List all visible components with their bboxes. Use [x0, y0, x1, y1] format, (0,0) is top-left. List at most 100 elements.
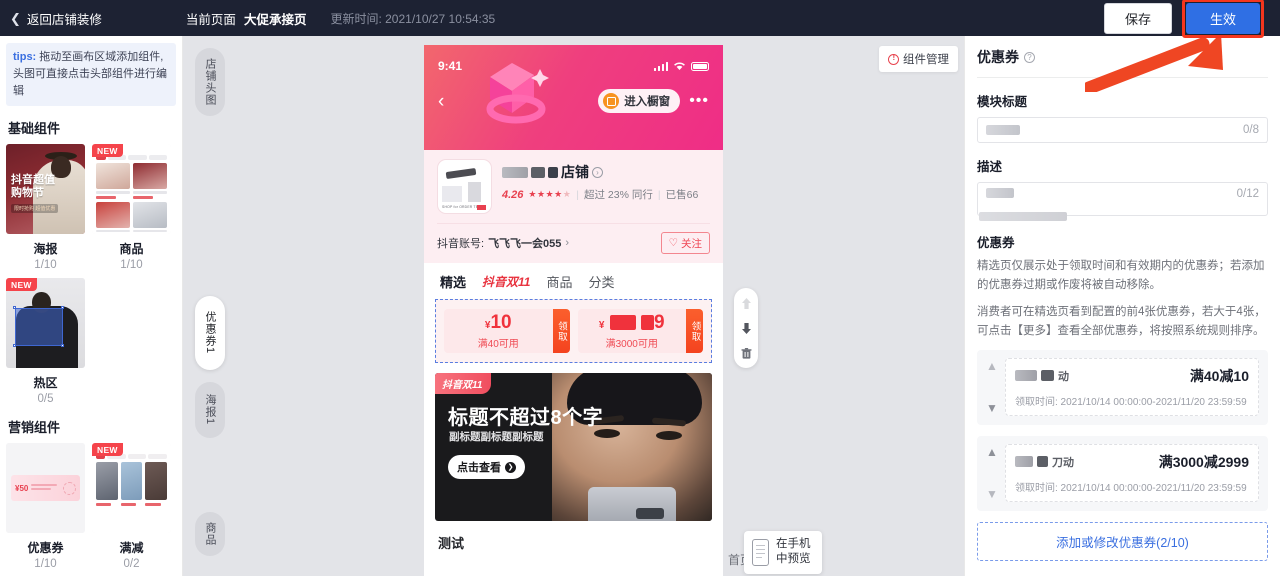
- masked-text: [1015, 370, 1037, 381]
- coupon-shop-name: 动: [1058, 370, 1069, 383]
- components-sidebar: tips: 拖动至画布区域添加组件, 头图可直接点击头部组件进行编辑 基础组件 …: [0, 36, 183, 576]
- component-thumb-poster[interactable]: 抖音超值 购物节 限时抢购 超值优惠: [6, 144, 85, 235]
- coupon-artwork: ¥50: [6, 443, 85, 534]
- back-button[interactable]: ❮ 返回店铺装修: [10, 9, 102, 28]
- component-thumb-hotzone[interactable]: NEW: [6, 278, 85, 369]
- effect-button-wrap: 生效: [1181, 0, 1264, 38]
- wifi-icon: [674, 62, 685, 70]
- component-label: 海报: [33, 242, 58, 257]
- phone-preview: 9:41 ‹ 进入橱窗 ••• SHOP for ORDER TEST 店铺 ›…: [424, 45, 723, 576]
- phone-hero: 9:41 ‹ 进入橱窗 •••: [424, 45, 723, 150]
- module-toolbar: [734, 288, 758, 368]
- coupon-get-button[interactable]: 领取: [686, 309, 703, 353]
- coupon-section-title: 优惠券: [977, 236, 1015, 250]
- rail-item-coupon[interactable]: 优惠券1: [195, 296, 225, 370]
- component-label: 满减: [119, 541, 144, 556]
- coupon-desc-2: 消费者可在精选页看到配置的前4张优惠券，若大于4张，可点击【更多】查看全部优惠券…: [977, 306, 1266, 337]
- effect-button[interactable]: 生效: [1185, 2, 1260, 34]
- coupon-amount: ¥ 9: [598, 311, 665, 333]
- douyin-account-row[interactable]: 抖音账号: 飞飞飞一会055 › ♡ 关注: [437, 223, 710, 263]
- component-item-hotzone[interactable]: NEW 热区 0/5: [6, 278, 85, 405]
- status-time: 9:41: [438, 59, 463, 73]
- preview-label: 在手机 中预览: [776, 537, 811, 568]
- hotzone-artwork: [6, 278, 85, 369]
- chevron-right-icon: ❯: [505, 461, 516, 473]
- component-item-coupon[interactable]: ¥50 优惠券 1/10: [6, 443, 85, 570]
- chevron-left-icon: ❮: [10, 10, 21, 26]
- move-down-icon[interactable]: [737, 319, 755, 337]
- banner-badge: 抖音双11: [435, 373, 492, 394]
- follow-button[interactable]: ♡ 关注: [660, 232, 710, 254]
- add-or-edit-coupon-button[interactable]: 添加或修改优惠券(2/10): [977, 521, 1268, 561]
- coupon-card: 动 满40减10 领取时间: 2021/10/14 00:00:00-2021/…: [1005, 357, 1259, 416]
- panel-header: 优惠券 ?: [977, 36, 1268, 78]
- top-bar: ❮ 返回店铺装修 当前页面 大促承接页 更新时间: 2021/10/27 10:…: [0, 0, 1280, 38]
- poster-banner[interactable]: 抖音双11 标题不超过8个字 副标题副标题副标题 点击查看 ❯: [435, 373, 712, 521]
- phone-nav-row: ‹ 进入橱窗 •••: [424, 89, 723, 113]
- component-count: 1/10: [34, 558, 57, 571]
- help-icon[interactable]: ?: [1024, 51, 1035, 63]
- enter-window-button[interactable]: 进入橱窗: [598, 89, 681, 113]
- rail-item-shop-header[interactable]: 店铺头图: [195, 48, 225, 116]
- rail-item-goods[interactable]: 商品: [195, 512, 225, 556]
- selected-coupon-module[interactable]: ¥10 满40可用 领取 ¥ 9 满3000可用 领取: [435, 299, 712, 363]
- coupon-time: 领取时间: 2021/10/14 00:00:00-2021/11/20 23:…: [1015, 482, 1247, 494]
- phone-back-icon[interactable]: ‹: [438, 92, 444, 111]
- coupon-shop: 刀动: [1015, 454, 1074, 470]
- current-page-value: 大促承接页: [243, 12, 307, 27]
- coupon-list-item[interactable]: ▲ ▼ 动 满40减10 领取时间: 2021/10/14 00:00:00-2…: [977, 349, 1268, 425]
- tab-featured[interactable]: 精选: [440, 272, 466, 291]
- tab-goods[interactable]: 商品: [546, 272, 572, 291]
- component-item-poster[interactable]: 抖音超值 购物节 限时抢购 超值优惠 海报 1/10: [6, 144, 85, 271]
- delete-icon[interactable]: [737, 344, 755, 362]
- component-thumb-coupon[interactable]: ¥50: [6, 443, 85, 534]
- component-manage-button[interactable]: 组件管理: [879, 46, 958, 72]
- coupon-card[interactable]: ¥ 9 满3000可用 领取: [577, 309, 703, 353]
- tips-text: 拖动至画布区域添加组件, 头图可直接点击头部组件进行编辑: [13, 51, 167, 98]
- masked-text: [1041, 370, 1054, 381]
- component-item-goods[interactable]: NEW 商品 1/10: [92, 144, 171, 271]
- coupon-get-button[interactable]: 领取: [552, 309, 570, 353]
- coupon-condition: 满40可用: [477, 338, 519, 350]
- coupon-card[interactable]: ¥10 满40可用 领取: [444, 309, 570, 353]
- shopping-bag-icon: [603, 93, 620, 109]
- save-button[interactable]: 保存: [1103, 2, 1172, 34]
- description-input[interactable]: 0/12: [977, 182, 1268, 221]
- account-label: 抖音账号:: [437, 238, 485, 250]
- masked-value: [986, 188, 1014, 198]
- move-up-icon[interactable]: ▲: [986, 360, 999, 372]
- shop-avatar: SHOP for ORDER TEST: [437, 159, 492, 214]
- component-item-fullreduce[interactable]: NEW 满减 0/2: [92, 443, 171, 570]
- marketing-component-grid: ¥50 优惠券 1/10 NEW 满减 0/2: [0, 443, 182, 570]
- tab-double11[interactable]: 抖音双11: [482, 273, 530, 290]
- component-count: 0/5: [37, 393, 54, 406]
- module-title-input[interactable]: 0/8: [977, 117, 1268, 143]
- more-dots-icon[interactable]: •••: [689, 93, 709, 108]
- canvas-area: 店铺头图 优惠券1 海报1 商品 组件管理 9:41: [183, 36, 964, 576]
- coupon-amount: ¥10: [484, 311, 512, 333]
- component-thumb-fullreduce[interactable]: NEW: [92, 443, 171, 534]
- reorder-arrows: ▲ ▼: [986, 444, 999, 502]
- tab-category[interactable]: 分类: [589, 272, 615, 291]
- move-up-icon[interactable]: [737, 294, 755, 312]
- update-time: 更新时间: 2021/10/27 10:54:35: [330, 11, 496, 26]
- shop-exceed: 超过 23% 同行: [584, 189, 653, 201]
- component-label: 热区: [33, 376, 58, 391]
- banner-cta-label: 点击查看: [457, 462, 501, 474]
- component-thumb-goods[interactable]: NEW: [92, 144, 171, 235]
- coupon-list-item[interactable]: ▲ ▼ 刀动 满3000减2999 领取时间: 2021/10/14 00:00…: [977, 435, 1268, 511]
- shop-sold: 已售66: [665, 189, 699, 201]
- preview-on-phone-button[interactable]: 在手机 中预览: [744, 530, 822, 574]
- masked-text: [1015, 456, 1033, 467]
- shop-name: 店铺: [561, 164, 589, 180]
- move-down-icon[interactable]: ▼: [986, 488, 999, 500]
- new-badge: NEW: [92, 443, 123, 457]
- masked-text: [502, 166, 528, 178]
- reorder-arrows: ▲ ▼: [986, 358, 999, 416]
- rail-item-poster[interactable]: 海报1: [195, 382, 225, 438]
- masked-value: [979, 212, 1067, 221]
- banner-cta-button[interactable]: 点击查看 ❯: [448, 455, 525, 479]
- move-down-icon[interactable]: ▼: [986, 402, 999, 414]
- preview-line-1: 在手机: [776, 537, 811, 550]
- move-up-icon[interactable]: ▲: [986, 446, 999, 458]
